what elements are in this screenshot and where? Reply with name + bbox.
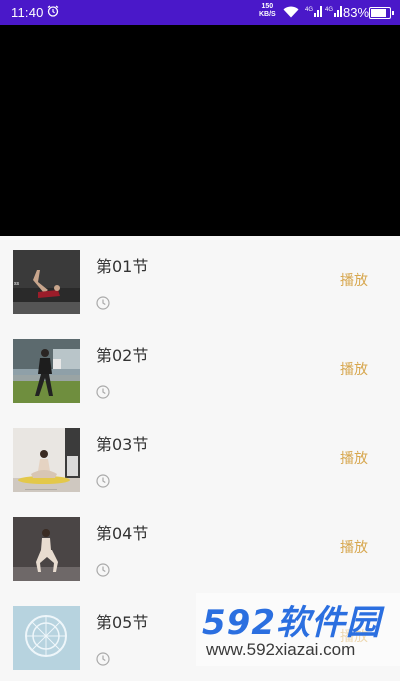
play-button[interactable]: 播放 (340, 359, 368, 379)
battery-percent: 83% (343, 5, 370, 20)
status-time: 11:40 (11, 5, 44, 20)
clock-icon (96, 385, 110, 399)
network-speed-value: 150 (261, 3, 274, 10)
lesson-item[interactable]: ———————— 第03节 播放 (0, 414, 400, 503)
play-button[interactable]: 播放 (340, 537, 368, 557)
watermark-logo-text: 592软件园 (202, 603, 381, 643)
clock-icon (96, 474, 110, 488)
network-speed: 150 KB/S (259, 3, 276, 19)
lesson-thumbnail[interactable] (13, 606, 80, 670)
clock-icon (96, 296, 110, 310)
status-bar: 11:40 150 KB/S 4G 4G 83% (0, 0, 400, 25)
battery-nub (392, 11, 394, 15)
cell-signal-icon: 4G (305, 6, 322, 17)
battery-fill (371, 9, 386, 17)
lesson-item[interactable]: 第04节 播放 (0, 503, 400, 592)
lesson-thumbnail[interactable]: ss (13, 250, 80, 314)
network-speed-unit: KB/S (259, 11, 276, 18)
lesson-title: 第02节 (96, 346, 149, 365)
signal-label-2: 4G (325, 7, 333, 13)
lesson-thumbnail[interactable]: ———————— (13, 428, 80, 492)
alarm-clock-icon (47, 5, 59, 17)
lesson-title: 第01节 (96, 257, 149, 276)
play-button[interactable]: 播放 (340, 448, 368, 468)
cell-signal-icon: 4G (325, 6, 342, 17)
lesson-item[interactable]: ss 第01节 播放 (0, 236, 400, 325)
battery-icon (369, 7, 394, 19)
watermark-url: www.592xiazai.com (206, 640, 356, 659)
lesson-title: 第03节 (96, 435, 149, 454)
clock-icon (96, 652, 110, 666)
lesson-title: 第05节 (96, 613, 149, 632)
clock-icon (96, 563, 110, 577)
signal-label-1: 4G (305, 7, 313, 13)
site-watermark: 592软件园 www.592xiazai.com (196, 593, 400, 666)
play-button[interactable]: 播放 (340, 270, 368, 290)
svg-text:ss: ss (14, 281, 20, 287)
lesson-title: 第04节 (96, 524, 149, 543)
lesson-item[interactable]: 第02节 播放 (0, 325, 400, 414)
lesson-thumbnail[interactable] (13, 339, 80, 403)
wifi-icon (283, 6, 299, 18)
lesson-thumbnail[interactable] (13, 517, 80, 581)
video-player[interactable] (0, 25, 400, 236)
svg-text:————————: ———————— (25, 486, 57, 491)
